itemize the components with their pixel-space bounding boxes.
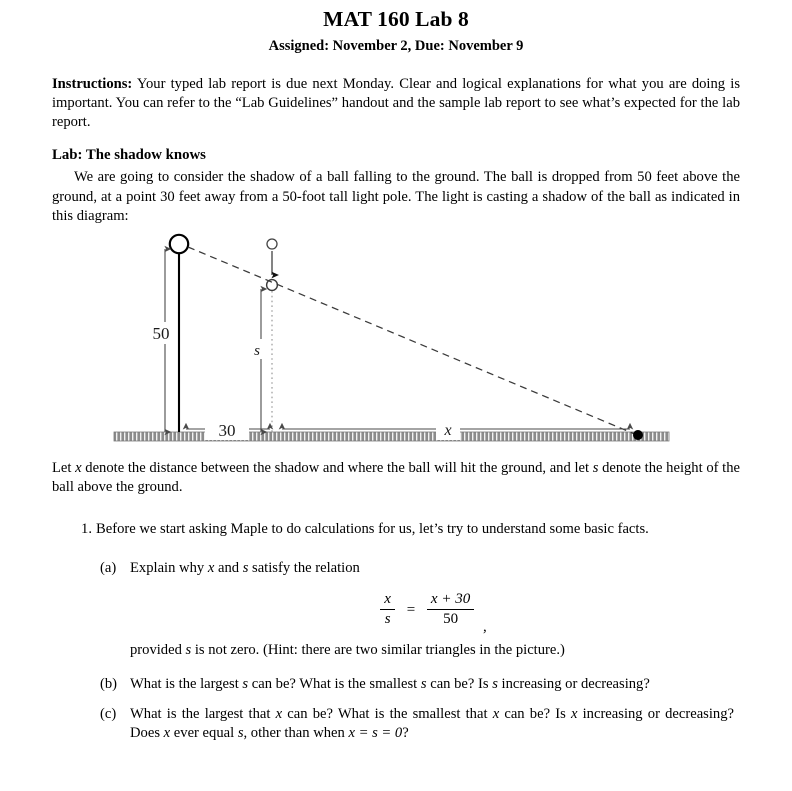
instructions-text: Your typed lab report is due next Monday… <box>52 75 740 131</box>
item-b-seg-0: What is the largest <box>130 676 243 693</box>
ground-band <box>113 431 670 441</box>
item-b-seg-2: can be? What is the smallest <box>248 676 421 693</box>
svg-text:x: x <box>443 422 451 439</box>
list-item-b-marker: (b) <box>100 676 118 693</box>
math-expression-x-equals-s-equals-zero: x = s = 0 <box>348 725 403 742</box>
list-item-c-marker: (c) <box>100 705 117 722</box>
item-a-text-before: Explain why <box>130 559 208 576</box>
provided-before: provided <box>130 642 186 659</box>
svg-text:50: 50 <box>153 324 170 343</box>
document-page: MAT 160 Lab 8 Assigned: November 2, Due:… <box>0 0 792 791</box>
page-title: MAT 160 Lab 8 <box>323 7 469 31</box>
list-item-1: 1. Before we start asking Maple to do ca… <box>70 520 734 539</box>
provided-after: is not zero. (Hint: there are two simila… <box>191 642 565 659</box>
item-a-text-mid: and <box>214 559 243 576</box>
list-item-b: (b) What is the largest s can be? What i… <box>100 675 734 694</box>
instructions-paragraph: Instructions: Your typed lab report is d… <box>52 75 740 133</box>
item-c-seg-4: can be? Is <box>499 705 571 722</box>
fraction-right-numerator: x + 30 <box>430 591 471 608</box>
fraction-right: x + 30 50 <box>426 591 475 628</box>
item-c-seg-10: , other than when <box>243 725 349 742</box>
item-c-seg-12: ? <box>402 725 409 742</box>
height-50-label: 50 <box>148 321 175 344</box>
list-item-c: (c) What is the largest that x can be? W… <box>100 705 734 744</box>
item-b-seg-6: increasing or decreasing? <box>497 676 650 693</box>
fraction-left-numerator: x <box>384 591 391 608</box>
def-part1: Let <box>52 459 76 476</box>
lab-heading: Lab: The shadow knows <box>52 146 206 163</box>
instructions-label: Instructions: <box>52 75 133 92</box>
list-item-a-marker: (a) <box>100 559 117 576</box>
fraction-left: x s <box>380 591 395 628</box>
equation-row: x s = x + 30 50 , <box>377 591 487 635</box>
height-s-label: s <box>248 338 271 359</box>
item-c-seg-0: What is the largest that <box>130 705 276 722</box>
list-item-a: (a) Explain why x and s satisfy the rela… <box>100 559 734 661</box>
item-c-seg-2: can be? What is the smallest that <box>282 705 493 722</box>
fraction-left-denominator: s <box>384 611 391 628</box>
svg-text:s: s <box>254 343 260 359</box>
equation-trailing-comma: , <box>482 619 487 635</box>
shadow-dot <box>633 429 643 440</box>
list-item-1-text: Before we start asking Maple to do calcu… <box>96 521 649 538</box>
displayed-equation: x s = x + 30 50 , <box>130 591 734 635</box>
lab-intro-paragraph: We are going to consider the shadow of a… <box>52 169 740 225</box>
svg-text:30: 30 <box>219 421 236 440</box>
definition-paragraph: Let x denote the distance between the sh… <box>52 459 740 498</box>
fraction-right-denominator: 50 <box>443 611 459 628</box>
def-part2: denote the distance between the shadow a… <box>81 459 593 476</box>
item-b-seg-4: can be? Is <box>426 676 493 693</box>
shadow-diagram: 50 s 30 x <box>0 227 792 459</box>
item-a-provided-line: provided s is not zero. (Hint: there are… <box>130 641 734 660</box>
list-item-1-marker: 1. <box>81 521 92 538</box>
question-list: 1. Before we start asking Maple to do ca… <box>0 520 792 539</box>
equals-sign: = <box>406 601 416 618</box>
light-source-circle <box>168 233 190 254</box>
ball-start-circle <box>266 237 278 250</box>
item-c-seg-8: ever equal <box>170 725 238 742</box>
page-subtitle: Assigned: November 2, Due: November 9 <box>268 37 524 54</box>
item-a-text-after: satisfy the relation <box>248 559 360 576</box>
